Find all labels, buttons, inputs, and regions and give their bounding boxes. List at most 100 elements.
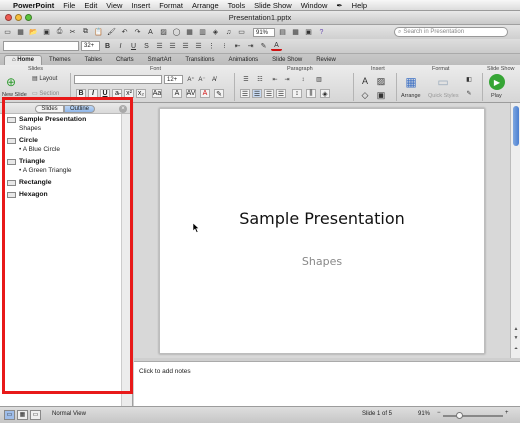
outline-scrollbar[interactable] — [121, 114, 132, 406]
notes-pane[interactable]: Click to add notes — [134, 361, 520, 406]
slide-subtitle[interactable]: Shapes — [160, 255, 484, 268]
insert-text-icon[interactable]: A — [358, 75, 372, 87]
gallery-toggle-icon[interactable]: ▦ — [290, 27, 301, 37]
section-button[interactable]: ▭ Section — [32, 90, 59, 98]
bullets-icon[interactable]: ⁝ — [219, 41, 230, 51]
scroll-down-icon[interactable]: ▼ — [512, 334, 520, 342]
insert-shape-icon[interactable]: ◇ — [358, 89, 372, 101]
bold-icon[interactable]: B — [102, 41, 113, 51]
slide-scrollbar[interactable]: ▲ ▼ ⏶ — [510, 103, 520, 358]
outline-title[interactable]: Rectangle — [19, 179, 119, 187]
format-painter-icon[interactable]: 🖌 — [106, 27, 117, 37]
menu-tools[interactable]: Tools — [228, 1, 246, 10]
scroll-up-icon[interactable]: ▲ — [512, 325, 520, 333]
columns-icon[interactable]: ▥ — [314, 75, 324, 84]
menu-view[interactable]: View — [106, 1, 122, 10]
help-icon[interactable]: ? — [316, 27, 327, 37]
decrease-indent-icon[interactable]: ⇤ — [232, 41, 243, 51]
zoom-out-icon[interactable]: − — [437, 410, 441, 416]
align-text-icon[interactable]: ⫼ — [306, 89, 316, 98]
arrange-icon[interactable]: ▦ — [402, 74, 420, 90]
font-size-select[interactable]: 32+ — [81, 41, 100, 51]
tab-slides-view[interactable]: Slides — [35, 105, 64, 113]
slide-canvas[interactable]: Sample Presentation Shapes — [159, 108, 485, 354]
shape-fill-icon[interactable]: ◧ — [464, 75, 474, 84]
change-case-icon[interactable]: Aa — [152, 89, 162, 98]
slide-title[interactable]: Sample Presentation — [160, 209, 484, 228]
play-button[interactable]: Play — [491, 93, 502, 99]
table-icon[interactable]: ▦ — [184, 27, 195, 37]
notes-placeholder[interactable]: Click to add notes — [139, 368, 191, 375]
media-icon[interactable]: ♫ — [223, 27, 234, 37]
outline-title[interactable]: Triangle — [19, 158, 119, 166]
tab-slide-show[interactable]: Slide Show — [265, 56, 309, 65]
ribbon-align-center-icon[interactable]: ☰ — [252, 89, 262, 98]
ribbon-decrease-indent-icon[interactable]: ⇤ — [270, 75, 280, 84]
text-shadow-icon[interactable]: A — [172, 89, 182, 98]
arrange-button[interactable]: Arrange — [401, 93, 421, 99]
script-menu-icon[interactable]: ✒ — [336, 1, 342, 10]
insert-picture-icon[interactable]: ▨ — [374, 75, 388, 87]
outline-title[interactable]: Circle — [19, 137, 119, 145]
save-icon[interactable]: ▣ — [41, 27, 52, 37]
sidebar-toggle-icon[interactable]: ▤ — [277, 27, 288, 37]
play-icon[interactable]: ▶ — [489, 74, 505, 90]
menu-help[interactable]: Help — [352, 1, 367, 10]
shrink-font-icon[interactable]: A⁻ — [197, 75, 207, 84]
ribbon-font-size-select[interactable]: 12+ — [164, 75, 183, 84]
text-box-icon[interactable]: A — [145, 27, 156, 37]
quick-styles-icon[interactable]: ▭ — [434, 74, 452, 90]
tab-review[interactable]: Review — [309, 56, 343, 65]
text-direction-icon[interactable]: ↕ — [298, 75, 308, 84]
chart-icon[interactable]: ▥ — [197, 27, 208, 37]
tab-themes[interactable]: Themes — [42, 56, 78, 65]
picture-icon[interactable]: ▨ — [158, 27, 169, 37]
zoom-slider[interactable] — [443, 415, 503, 417]
outline-slide-4[interactable]: Rectangle — [7, 179, 119, 187]
outline-body[interactable]: • A Green Triangle — [19, 166, 119, 175]
menu-insert[interactable]: Insert — [131, 1, 150, 10]
outline-slide-5[interactable]: Hexagon — [7, 191, 119, 199]
menu-edit[interactable]: Edit — [84, 1, 97, 10]
outline-title[interactable]: Hexagon — [19, 191, 119, 199]
strikethrough-icon[interactable]: a̶ — [112, 89, 122, 98]
ribbon-font-color-icon[interactable]: A — [200, 89, 210, 98]
previous-slide-icon[interactable]: ⏶ — [512, 345, 520, 353]
search-input[interactable]: ⌕ Search in Presentation — [394, 27, 508, 37]
paste-icon[interactable]: 📋 — [93, 27, 104, 37]
grow-font-icon[interactable]: A⁺ — [186, 75, 196, 84]
superscript-icon[interactable]: x² — [124, 89, 134, 98]
undo-icon[interactable]: ↶ — [119, 27, 130, 37]
zoom-in-icon[interactable]: + — [505, 410, 509, 416]
normal-view-icon[interactable]: ▭ — [4, 410, 15, 420]
new-slide-button[interactable]: New Slide — [2, 92, 27, 98]
close-pane-icon[interactable]: × — [119, 105, 127, 113]
highlight-icon[interactable]: ✎ — [258, 41, 269, 51]
font-color-icon[interactable]: A — [271, 41, 282, 51]
shadow-icon[interactable]: S — [141, 41, 152, 51]
underline-icon[interactable]: U — [128, 41, 139, 51]
tab-transitions[interactable]: Transitions — [178, 56, 221, 65]
convert-smartart-icon[interactable]: ◈ — [320, 89, 330, 98]
redo-icon[interactable]: ↷ — [132, 27, 143, 37]
layout-button[interactable]: ▤ Layout — [32, 75, 57, 83]
justify-icon[interactable]: ☰ — [193, 41, 204, 51]
outline-body[interactable]: • A Blue Circle — [19, 145, 119, 154]
menu-window[interactable]: Window — [301, 1, 328, 10]
new-slide-icon[interactable]: ⊕ — [4, 74, 18, 90]
quick-styles-button[interactable]: Quick Styles — [428, 93, 459, 99]
app-menu[interactable]: PowerPoint — [13, 1, 54, 10]
cut-icon[interactable]: ✂ — [67, 27, 78, 37]
shape-line-icon[interactable]: ✎ — [464, 89, 474, 98]
ribbon-underline-icon[interactable]: U — [100, 89, 110, 98]
align-right-icon[interactable]: ☰ — [180, 41, 191, 51]
outline-slide-2[interactable]: Circle • A Blue Circle — [7, 137, 119, 154]
numbering-icon[interactable]: ⋮ — [206, 41, 217, 51]
menu-format[interactable]: Format — [159, 1, 183, 10]
slide-icon[interactable]: ▭ — [236, 27, 247, 37]
tab-animations[interactable]: Animations — [221, 56, 265, 65]
menu-file[interactable]: File — [63, 1, 75, 10]
shapes-icon[interactable]: ◯ — [171, 27, 182, 37]
ribbon-bold-icon[interactable]: B — [76, 89, 86, 98]
outline-title[interactable]: Sample Presentation — [19, 116, 119, 124]
